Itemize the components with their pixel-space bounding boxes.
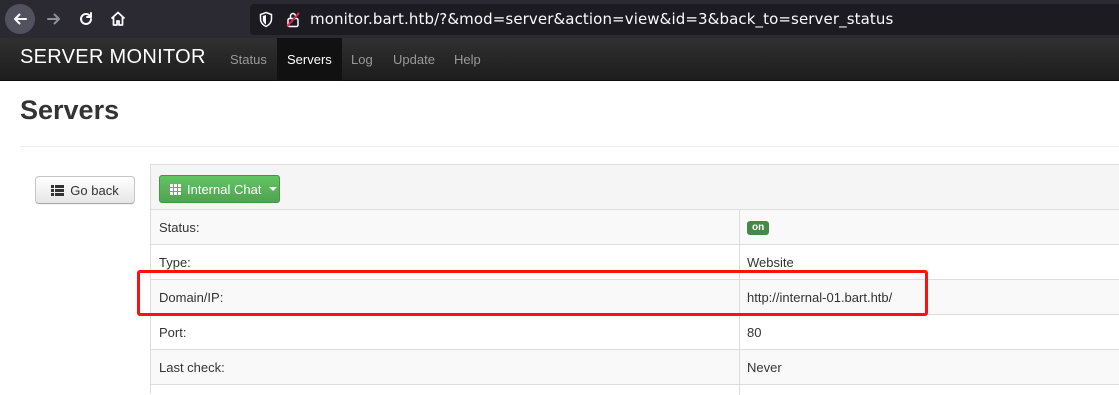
domain-label: Domain/IP:: [159, 290, 224, 305]
status-badge: on: [747, 221, 770, 235]
table-row: Type: Website: [151, 245, 1119, 280]
home-icon: [110, 11, 126, 26]
column-divider: [739, 280, 740, 314]
url-bar[interactable]: monitor.bart.htb/?&mod=server&action=vie…: [250, 4, 1119, 35]
arrow-left-icon: [14, 13, 27, 25]
status-label: Status:: [159, 220, 200, 235]
table-row: Domain/IP: http://internal-01.bart.htb/: [151, 280, 1119, 315]
server-select-button[interactable]: Internal Chat: [159, 175, 280, 203]
last-check-value: Never: [747, 360, 782, 375]
nav-log[interactable]: Log: [341, 38, 383, 81]
app-navbar: SERVER MONITOR Status Servers Log Update…: [0, 38, 1119, 81]
brand-logo[interactable]: SERVER MONITOR: [20, 46, 206, 69]
url-text[interactable]: monitor.bart.htb/?&mod=server&action=vie…: [310, 10, 893, 28]
server-name: Internal Chat: [187, 181, 262, 197]
title-divider: [20, 146, 1119, 147]
caret-down-icon: [269, 187, 278, 191]
page-title: Servers: [20, 95, 120, 125]
grid-icon: [170, 183, 181, 195]
insecure-lock-icon[interactable]: [285, 11, 301, 28]
nav-update[interactable]: Update: [383, 38, 445, 81]
table-header: Internal Chat: [151, 165, 1119, 210]
reload-icon: [80, 12, 92, 25]
port-label: Port:: [159, 325, 187, 340]
last-check-label: Last check:: [159, 360, 225, 375]
column-divider: [739, 315, 740, 349]
shield-icon[interactable]: [258, 11, 274, 28]
reload-button[interactable]: [71, 4, 101, 34]
column-divider: [739, 350, 740, 384]
nav-help[interactable]: Help: [444, 38, 491, 81]
forward-button[interactable]: [39, 4, 69, 34]
table-row: Port: 80: [151, 315, 1119, 350]
domain-value: http://internal-01.bart.htb/: [747, 290, 893, 305]
browser-toolbar: monitor.bart.htb/?&mod=server&action=vie…: [0, 0, 1119, 38]
go-back-button[interactable]: Go back: [35, 176, 135, 204]
port-value: 80: [747, 325, 762, 340]
go-back-label: Go back: [70, 182, 119, 198]
type-label: Type:: [159, 255, 191, 270]
type-value: Website: [747, 255, 794, 270]
column-divider: [739, 245, 740, 279]
list-icon: [51, 184, 65, 196]
home-button[interactable]: [103, 4, 133, 34]
back-button[interactable]: [5, 4, 35, 34]
table-row: Last check: Never: [151, 350, 1119, 385]
table-row: Status: on: [151, 210, 1119, 245]
nav-servers[interactable]: Servers: [277, 38, 342, 81]
server-details-table: Internal Chat Status: on Type: Website D…: [150, 164, 1119, 395]
arrow-right-icon: [47, 13, 60, 25]
column-divider: [739, 210, 740, 244]
nav-status[interactable]: Status: [220, 38, 277, 81]
